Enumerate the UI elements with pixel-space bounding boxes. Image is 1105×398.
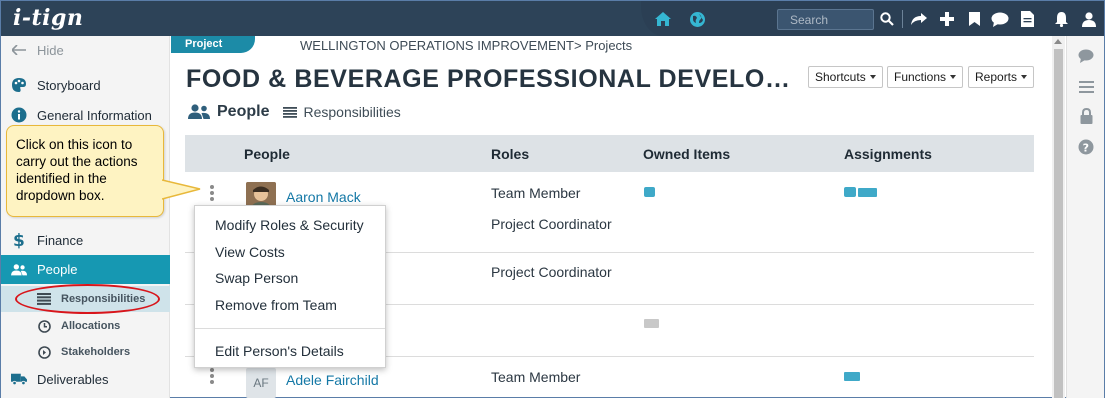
sidebar-subitem-label: Stakeholders (61, 346, 131, 358)
sidebar-item-label: Storyboard (37, 77, 101, 93)
menu-item-edit-person-details[interactable]: Edit Person's Details (215, 343, 344, 359)
caret-down-icon (869, 75, 876, 79)
highlight-ring (15, 284, 160, 314)
sidebar-item-label: People (37, 262, 78, 277)
arrow-circle-icon (37, 345, 51, 359)
home-icon[interactable] (653, 9, 673, 29)
sidebar-item-label: Deliverables (37, 371, 109, 387)
role-text: Project Coordinator (491, 216, 612, 232)
sidebar-subitem-stakeholders[interactable]: Stakeholders (1, 339, 170, 365)
role-text: Team Member (491, 185, 581, 201)
column-header-people[interactable]: People (244, 146, 290, 162)
shortcuts-button[interactable]: Shortcuts (808, 66, 883, 88)
column-header-assignments[interactable]: Assignments (844, 146, 932, 162)
people-icon (11, 262, 27, 278)
dollar-icon: $ (11, 231, 27, 249)
people-icon (188, 104, 210, 120)
avatar: AF (246, 368, 276, 398)
shortcuts-label: Shortcuts (815, 70, 866, 84)
menu-item-remove-from-team[interactable]: Remove from Team (215, 297, 337, 313)
row-actions-kebab-icon[interactable] (210, 368, 214, 384)
list-icon (283, 106, 298, 118)
tab-responsibilities[interactable]: Responsibilities (283, 104, 401, 120)
role-text: Team Member (491, 369, 581, 385)
menu-item-swap-person[interactable]: Swap Person (215, 270, 298, 286)
person-name-link[interactable]: Aaron Mack (286, 189, 361, 205)
document-icon[interactable] (1017, 9, 1037, 29)
assignment-bar[interactable] (844, 372, 860, 381)
user-icon[interactable] (1079, 9, 1099, 29)
search-icon[interactable] (877, 9, 897, 29)
comment-icon[interactable] (1078, 48, 1094, 64)
reports-button[interactable]: Reports (968, 66, 1035, 88)
callout-pointer (162, 179, 201, 200)
sidebar-item-people[interactable]: People (1, 255, 170, 284)
info-icon (11, 107, 27, 123)
owned-item-bar[interactable] (644, 319, 659, 328)
sidebar-item-finance[interactable]: $ Finance (1, 226, 170, 254)
scrollbar-thumb[interactable] (1054, 49, 1063, 398)
owned-item-bar[interactable] (644, 187, 655, 197)
palette-icon (11, 77, 27, 93)
assignment-bar[interactable] (858, 188, 877, 197)
brand-band (1, 1, 641, 36)
breadcrumb[interactable]: WELLINGTON OPERATIONS IMPROVEMENT> Proje… (300, 38, 632, 53)
tab-responsibilities-label: Responsibilities (303, 104, 401, 120)
bell-icon[interactable] (1051, 9, 1071, 29)
sidebar-item-storyboard[interactable]: Storyboard (1, 71, 170, 99)
chat-icon[interactable] (990, 9, 1010, 29)
menu-divider (195, 328, 385, 329)
caret-down-icon (950, 75, 957, 79)
role-text: Project Coordinator (491, 264, 612, 280)
truck-icon (11, 371, 27, 387)
reports-label: Reports (975, 70, 1018, 84)
instruction-callout: Click on this icon to carry out the acti… (6, 125, 164, 217)
toolbar-divider (902, 10, 903, 28)
row-actions-kebab-icon[interactable] (210, 185, 214, 201)
column-header-owned-items[interactable]: Owned Items (643, 146, 730, 162)
assignment-bar[interactable] (844, 187, 856, 197)
app-logo[interactable]: i-tign (13, 5, 83, 31)
list-lines-icon[interactable] (1078, 79, 1094, 95)
person-name-link[interactable]: Adele Fairchild (286, 372, 379, 388)
sidebar-subitem-allocations[interactable]: Allocations (1, 313, 170, 339)
bookmark-icon[interactable] (964, 9, 984, 29)
sidebar-hide-label: Hide (37, 42, 64, 58)
sidebar-item-label: Finance (37, 232, 84, 248)
scroll-up-arrow-icon[interactable] (1054, 39, 1062, 44)
arrow-left-icon (11, 42, 27, 58)
search-input[interactable]: Search (777, 9, 874, 30)
sidebar-subitem-label: Allocations (61, 320, 121, 332)
sidebar-hide-toggle[interactable]: Hide (1, 36, 170, 64)
svg-text:$: $ (13, 231, 25, 249)
plus-icon[interactable] (937, 9, 957, 29)
menu-item-modify-roles[interactable]: Modify Roles & Security (215, 217, 364, 233)
globe-icon[interactable] (687, 9, 707, 29)
sidebar-item-deliverables[interactable]: Deliverables (1, 365, 170, 393)
row-actions-dropdown: Modify Roles & Security View Costs Swap … (194, 205, 386, 368)
caret-down-icon (1021, 75, 1028, 79)
project-tab: Project (171, 36, 255, 53)
section-tabs: People Responsibilities (188, 103, 401, 121)
functions-button[interactable]: Functions (887, 66, 964, 88)
tab-people[interactable]: People (188, 103, 269, 121)
lock-icon[interactable] (1078, 108, 1094, 124)
svg-text:?: ? (1083, 142, 1089, 155)
page-title: FOOD & BEVERAGE PROFESSIONAL DEVELO… (186, 65, 791, 93)
help-icon[interactable]: ? (1078, 139, 1094, 155)
tab-people-label: People (217, 103, 270, 120)
menu-item-view-costs[interactable]: View Costs (215, 244, 285, 260)
clock-icon (37, 319, 51, 333)
sidebar-item-label: General Information (37, 107, 152, 123)
share-icon[interactable] (909, 9, 929, 29)
functions-label: Functions (894, 70, 947, 84)
column-header-roles[interactable]: Roles (491, 146, 529, 162)
